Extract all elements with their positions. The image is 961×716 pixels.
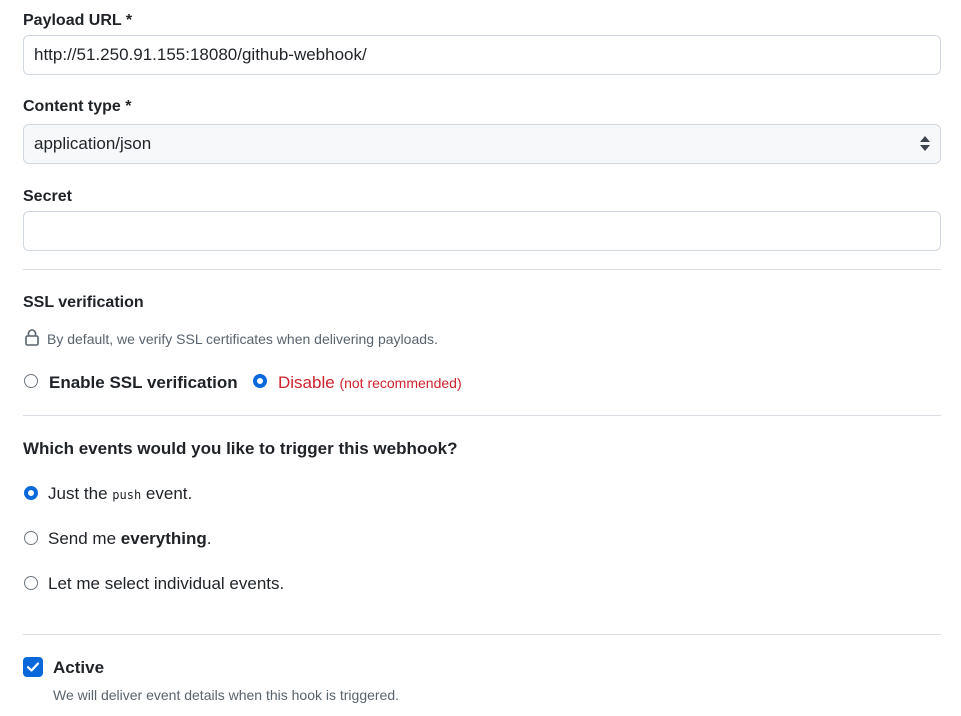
disable-ssl-label[interactable]: Disable (not recommended)	[278, 373, 462, 393]
content-type-select[interactable]: application/json	[23, 124, 941, 164]
secret-label: Secret	[23, 188, 72, 205]
enable-ssl-radio[interactable]	[24, 374, 38, 388]
select-arrows-icon	[920, 135, 930, 153]
payload-url-label: Payload URL *	[23, 12, 133, 29]
events-question: Which events would you like to trigger t…	[23, 439, 458, 458]
active-checkbox[interactable]	[23, 657, 43, 677]
divider	[23, 269, 941, 270]
disable-ssl-text: Disable	[278, 373, 335, 392]
ssl-title: SSL verification	[23, 294, 144, 311]
event-option-push-radio[interactable]	[24, 486, 38, 500]
enable-ssl-label[interactable]: Enable SSL verification	[49, 373, 238, 393]
active-description: We will deliver event details when this …	[53, 687, 400, 703]
content-type-value: application/json	[34, 134, 152, 153]
divider	[23, 415, 941, 416]
disable-ssl-radio[interactable]	[253, 374, 267, 388]
lock-icon	[25, 328, 39, 351]
event-option-individual-label[interactable]: Let me select individual events.	[48, 574, 284, 594]
event-option-push-label[interactable]: Just the push event.	[48, 484, 192, 504]
push-code: push	[112, 488, 142, 502]
event-option-individual-radio[interactable]	[24, 576, 38, 590]
ssl-description: By default, we verify SSL certificates w…	[47, 331, 438, 347]
event-option-everything-radio[interactable]	[24, 531, 38, 545]
active-label[interactable]: Active	[53, 658, 104, 678]
disable-ssl-note: (not recommended)	[339, 375, 462, 391]
secret-input[interactable]	[23, 211, 941, 251]
content-type-label: Content type *	[23, 98, 132, 115]
payload-url-input[interactable]	[23, 35, 941, 75]
divider	[23, 634, 941, 635]
check-icon	[26, 662, 40, 672]
event-option-everything-label[interactable]: Send me everything.	[48, 529, 212, 549]
